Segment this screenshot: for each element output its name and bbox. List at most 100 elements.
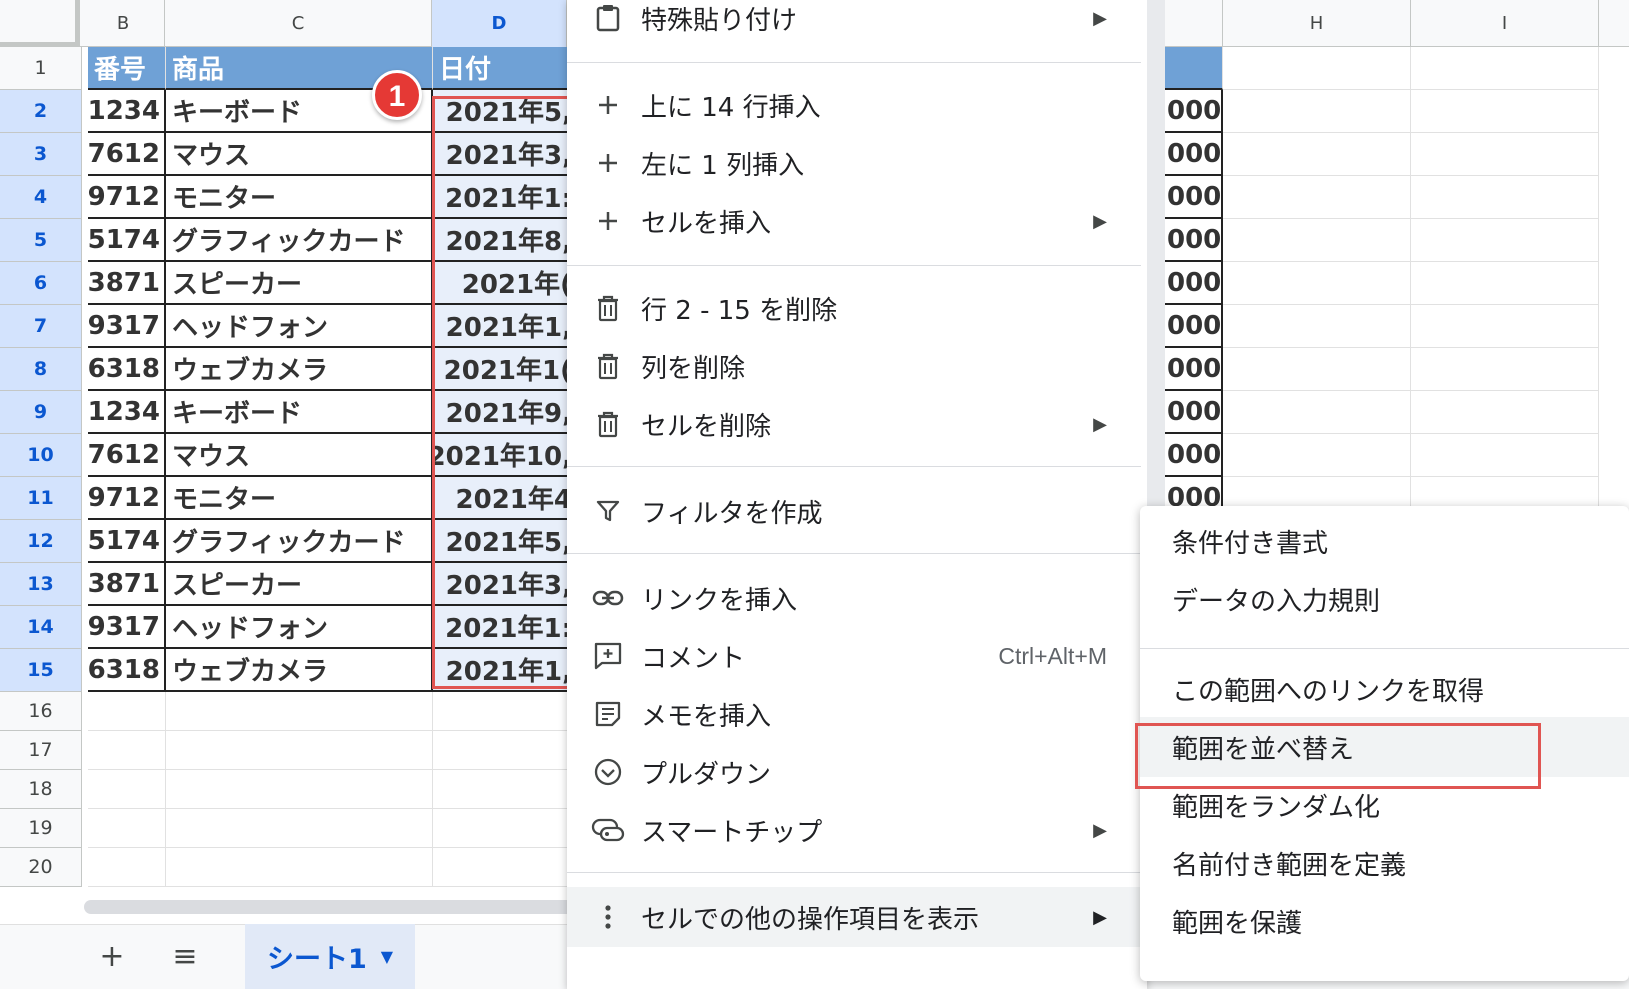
row-header[interactable]: 2 [0,90,82,133]
empty-cell[interactable] [1411,391,1599,434]
empty-cell[interactable] [433,809,573,848]
context-menu-item[interactable]: 左に 1 列挿入 [567,133,1147,193]
row-header[interactable]: 5 [0,219,82,262]
column-header-g[interactable] [1165,0,1223,47]
cell-number[interactable]: 6318 [88,348,166,391]
empty-cell[interactable] [88,809,166,848]
cell-number[interactable]: 9317 [88,606,166,649]
sheet-tab-1[interactable]: シート1 ▼ [245,924,415,989]
row-header[interactable]: 20 [0,848,82,887]
column-header-h[interactable]: H [1223,0,1411,47]
row-header[interactable]: 4 [0,176,82,219]
cell-product[interactable]: ヘッドフォン [166,606,433,649]
empty-cell[interactable] [88,731,166,770]
empty-cell[interactable] [433,731,573,770]
cell-amount[interactable]: 000 [1165,391,1223,434]
empty-cell[interactable] [166,770,433,809]
cell-product[interactable]: スピーカー [166,563,433,606]
cell-product[interactable]: キーボード [166,391,433,434]
context-menu-item[interactable]: 列を削除 [567,336,1147,396]
row-header[interactable]: 7 [0,305,82,348]
row-header[interactable]: 9 [0,391,82,434]
submenu-item[interactable]: データの入力規則 [1140,569,1629,629]
add-sheet-button[interactable]: + [90,924,134,989]
cell-number[interactable]: 7612 [88,434,166,477]
select-all-corner[interactable] [0,0,80,47]
submenu-item[interactable]: この範囲へのリンクを取得 [1140,659,1629,719]
context-menu-item[interactable]: スマートチップ ▶ [567,800,1147,860]
cell-amount[interactable]: 000 [1165,434,1223,477]
cell-amount[interactable]: 000 [1165,176,1223,219]
context-menu-item[interactable]: セルでの他の操作項目を表示 ▶ [567,887,1147,947]
empty-cell[interactable] [166,848,433,887]
empty-cell[interactable] [1411,348,1599,391]
all-sheets-button[interactable]: ≡ [163,924,207,989]
context-menu-item[interactable]: フィルタを作成 [567,481,1147,541]
cell-amount[interactable]: 000 [1165,262,1223,305]
context-menu-item[interactable]: メモを挿入 [567,684,1147,744]
cell-product[interactable]: マウス [166,133,433,176]
cell-number[interactable]: 5174 [88,520,166,563]
empty-cell[interactable] [1223,391,1411,434]
empty-cell[interactable] [433,770,573,809]
cell-product[interactable]: モニター [166,477,433,520]
cell-number[interactable]: 3871 [88,563,166,606]
context-menu-item[interactable]: セルを挿入 ▶ [567,191,1147,251]
context-menu-item[interactable]: 上に 14 行挿入 [567,75,1147,135]
empty-cell[interactable] [166,731,433,770]
column-header-c[interactable]: C [165,0,432,47]
row-header[interactable]: 13 [0,563,82,606]
cell-number[interactable]: 7612 [88,133,166,176]
cell-product[interactable]: ウェブカメラ [166,348,433,391]
cell-product[interactable]: マウス [166,434,433,477]
empty-cell[interactable] [88,848,166,887]
empty-cell[interactable] [88,770,166,809]
row-header[interactable]: 15 [0,649,82,692]
empty-cell[interactable] [88,692,166,731]
context-menu-item[interactable]: 行 2 - 15 を削除 [567,278,1147,338]
column-header-d[interactable]: D [432,0,567,47]
column-header-i[interactable]: I [1411,0,1599,47]
submenu-item[interactable]: 範囲を保護 [1140,891,1629,951]
cell-amount[interactable]: 000 [1165,133,1223,176]
submenu-item[interactable]: 名前付き範囲を定義 [1140,833,1629,893]
row-header[interactable]: 6 [0,262,82,305]
cell-amount[interactable]: 000 [1165,90,1223,133]
cell-number[interactable]: 9712 [88,477,166,520]
cell-amount[interactable]: 000 [1165,348,1223,391]
row-header[interactable]: 10 [0,434,82,477]
empty-cell[interactable] [1223,133,1411,176]
horizontal-scrollbar[interactable] [84,900,584,914]
row-header[interactable]: 19 [0,809,82,848]
cell-product[interactable]: スピーカー [166,262,433,305]
row-header[interactable]: 18 [0,770,82,809]
context-menu-item[interactable]: セルを削除 ▶ [567,394,1147,454]
empty-cell[interactable] [1223,47,1411,90]
empty-cell[interactable] [433,692,573,731]
empty-cell[interactable] [166,809,433,848]
row-header[interactable]: 11 [0,477,82,520]
row-header[interactable]: 17 [0,731,82,770]
cell-number[interactable]: 1234 [88,391,166,434]
row-header[interactable]: 8 [0,348,82,391]
empty-cell[interactable] [1223,434,1411,477]
row-header[interactable]: 3 [0,133,82,176]
row-header[interactable]: 12 [0,520,82,563]
submenu-item[interactable]: 条件付き書式 [1140,511,1629,571]
empty-cell[interactable] [1411,305,1599,348]
cell-product[interactable]: グラフィックカード [166,520,433,563]
caret-down-icon[interactable]: ▼ [381,947,393,966]
cell-number[interactable]: 9317 [88,305,166,348]
table-header-amount[interactable] [1165,47,1223,90]
empty-cell[interactable] [1223,219,1411,262]
empty-cell[interactable] [1411,434,1599,477]
empty-cell[interactable] [1411,176,1599,219]
empty-cell[interactable] [1223,176,1411,219]
column-header-b[interactable]: B [82,0,165,47]
row-header[interactable]: 14 [0,606,82,649]
context-menu-item[interactable]: リンクを挿入 [567,568,1147,628]
empty-cell[interactable] [433,848,573,887]
cell-product[interactable]: ウェブカメラ [166,649,433,692]
cell-number[interactable]: 6318 [88,649,166,692]
context-menu-item[interactable]: コメント Ctrl+Alt+M [567,626,1147,686]
